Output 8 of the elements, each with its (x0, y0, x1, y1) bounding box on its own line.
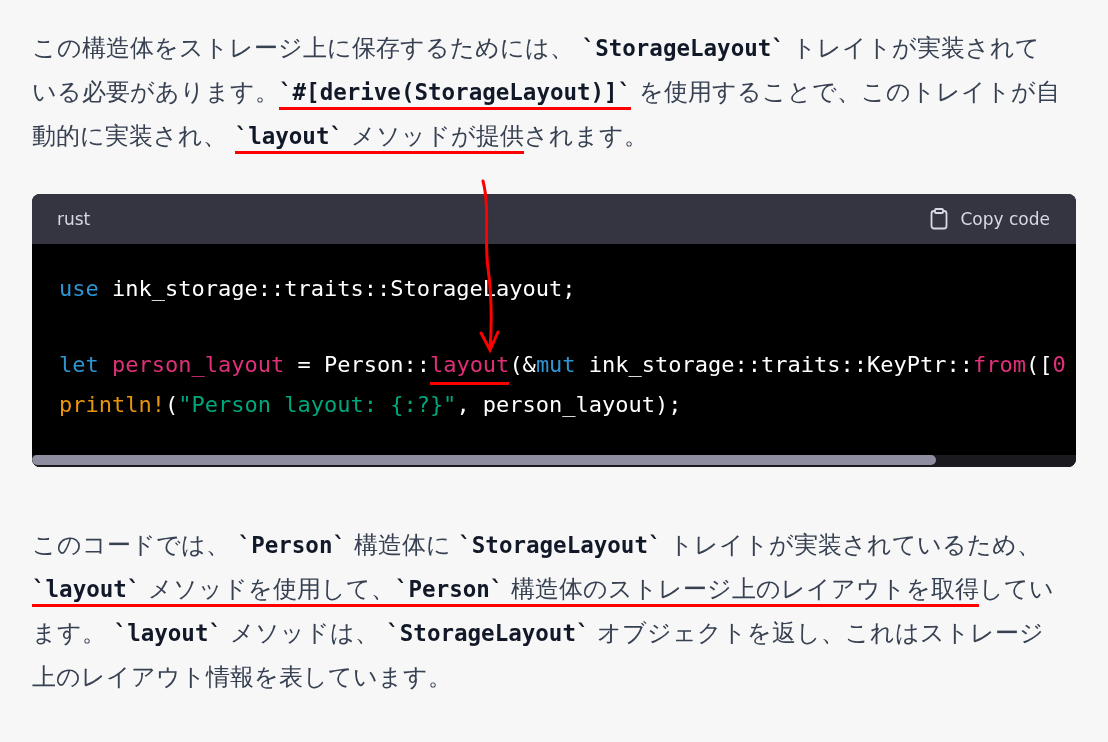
clipboard-icon (930, 208, 949, 230)
code-line: let person_layout = Person::layout(&mut ink_storage::traits::KeyPtr::from([0 (59, 348, 1076, 388)
paragraph: このコードでは、 `Person` 構造体に `StorageLayout` トレイトが実装されているため、 `layout` メソッドを使用して、`Person` 構造体のストレージ上のレイアウトを取得 してい ます。 `layout` メソッドは、 `StorageLayout` オブジェクトを返し、これはストレージ 上のレイアウト情報を表しています。 (32, 530, 1056, 693)
scrollbar-thumb[interactable] (32, 455, 937, 465)
code-line: println!("Person layout: {:?}", person_layout); (59, 391, 683, 419)
paragraph: この構造体をストレージ上に保存するためには、 `StorageLayout` トレイトが実装されて いる必要があります。`#[derive(StorageLayout)]` を使用することで、このトレイトが自 動的に実装され、 `layout` メソッドが提供されます。 (32, 26, 1076, 158)
language-label: rust (57, 209, 91, 229)
copy-code-button[interactable]: Copy code (930, 208, 1050, 230)
